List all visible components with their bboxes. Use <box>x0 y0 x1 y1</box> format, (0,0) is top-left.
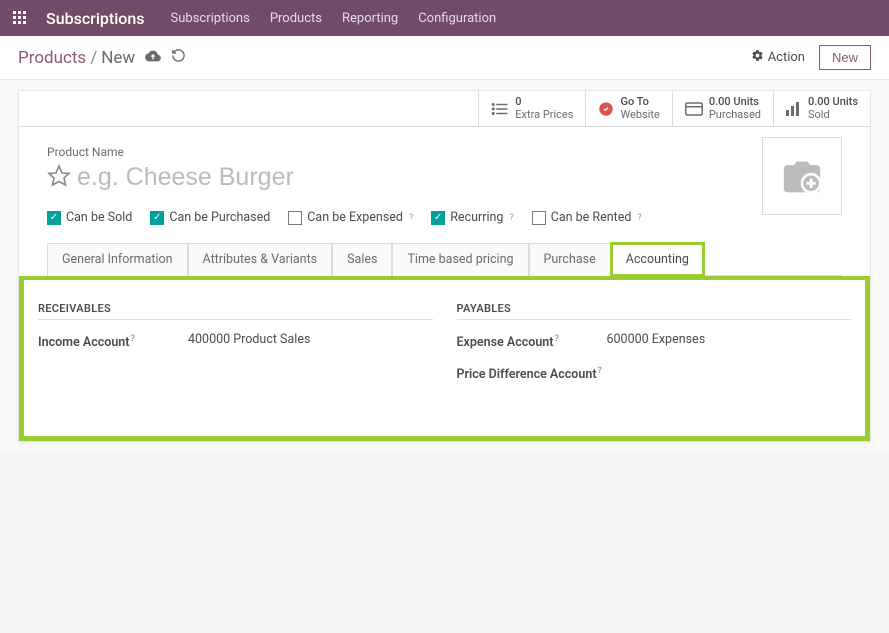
stat-sold-label: Sold <box>808 109 858 121</box>
checkbox-can-be-rented[interactable]: Can be Rented? <box>532 210 642 225</box>
bar-chart-icon <box>786 102 802 116</box>
checkbox-can-be-purchased[interactable]: Can be Purchased <box>150 210 270 225</box>
help-icon[interactable]: ? <box>509 213 513 223</box>
stat-purchased-count: 0.00 Units <box>709 96 761 108</box>
nav-links: Subscriptions Products Reporting Configu… <box>171 11 497 26</box>
expense-account-label: Expense Account? <box>457 332 607 350</box>
stat-spacer <box>19 91 479 126</box>
checkbox-can-be-purchased-label: Can be Purchased <box>169 210 270 225</box>
help-icon[interactable]: ? <box>409 213 413 223</box>
receivables-heading: RECEIVABLES <box>38 302 433 320</box>
cloud-upload-icon[interactable] <box>145 48 161 68</box>
new-button[interactable]: New <box>819 45 871 70</box>
page-area: 0Extra Prices Go ToWebsite 0.00 UnitsPur… <box>0 80 889 452</box>
list-icon <box>491 102 509 116</box>
stat-website-l2: Website <box>620 109 659 121</box>
checkbox-can-be-sold-label: Can be Sold <box>66 210 132 225</box>
payables-section: PAYABLES Expense Account? 600000 Expense… <box>457 302 852 396</box>
nav-link-products[interactable]: Products <box>270 11 322 26</box>
tab-purchase[interactable]: Purchase <box>529 243 611 276</box>
product-image-upload[interactable] <box>762 137 842 215</box>
credit-card-icon <box>685 102 703 116</box>
top-nav: Subscriptions Subscriptions Products Rep… <box>0 0 889 36</box>
favorite-star-icon[interactable] <box>47 164 71 192</box>
accounting-tab-content: RECEIVABLES Income Account? 400000 Produ… <box>19 276 870 441</box>
price-diff-account-label: Price Difference Account? <box>457 364 607 382</box>
breadcrumb-bar: Products/New Action New <box>0 36 889 80</box>
breadcrumb-root[interactable]: Products <box>18 48 86 68</box>
product-name-label: Product Name <box>47 145 842 159</box>
expense-account-value[interactable]: 600000 Expenses <box>607 332 706 347</box>
breadcrumb-current: New <box>101 48 135 68</box>
tab-attributes-variants[interactable]: Attributes & Variants <box>188 243 333 276</box>
help-icon[interactable]: ? <box>598 366 602 376</box>
discard-icon[interactable] <box>171 48 186 67</box>
checkbox-can-be-sold[interactable]: Can be Sold <box>47 210 132 225</box>
stat-website-l1: Go To <box>620 96 659 108</box>
help-icon[interactable]: ? <box>637 213 641 223</box>
receivables-section: RECEIVABLES Income Account? 400000 Produ… <box>38 302 433 396</box>
income-account-value[interactable]: 400000 Product Sales <box>188 332 310 347</box>
payables-heading: PAYABLES <box>457 302 852 320</box>
checkbox-can-be-rented-label: Can be Rented <box>551 210 632 225</box>
checkbox-can-be-expensed-label: Can be Expensed <box>307 210 403 225</box>
tab-time-based-pricing[interactable]: Time based pricing <box>392 243 528 276</box>
help-icon[interactable]: ? <box>130 334 134 344</box>
stat-sold-count: 0.00 Units <box>808 96 858 108</box>
breadcrumb: Products/New <box>18 48 135 68</box>
stat-purchased-label: Purchased <box>709 109 761 121</box>
income-account-label: Income Account? <box>38 332 188 350</box>
checkbox-recurring[interactable]: Recurring? <box>431 210 513 225</box>
tab-accounting[interactable]: Accounting <box>611 243 704 276</box>
card-body: Product Name Can be Sold Can be Purchase… <box>19 127 870 276</box>
nav-link-reporting[interactable]: Reporting <box>342 11 398 26</box>
checkbox-recurring-label: Recurring <box>450 210 503 225</box>
apps-icon[interactable] <box>12 10 28 26</box>
stat-extra-prices-label: Extra Prices <box>515 109 573 121</box>
product-name-input[interactable] <box>77 163 577 192</box>
stat-website[interactable]: Go ToWebsite <box>586 91 672 126</box>
stat-sold[interactable]: 0.00 UnitsSold <box>774 91 870 126</box>
nav-link-subscriptions[interactable]: Subscriptions <box>171 11 250 26</box>
help-icon[interactable]: ? <box>555 334 559 344</box>
checkbox-can-be-expensed[interactable]: Can be Expensed? <box>288 210 413 225</box>
form-card: 0Extra Prices Go ToWebsite 0.00 UnitsPur… <box>18 90 871 442</box>
action-label: Action <box>768 50 805 65</box>
stat-bar: 0Extra Prices Go ToWebsite 0.00 UnitsPur… <box>19 91 870 127</box>
nav-link-configuration[interactable]: Configuration <box>418 11 496 26</box>
tab-general-information[interactable]: General Information <box>47 243 188 276</box>
gear-icon <box>751 49 764 66</box>
stat-extra-prices[interactable]: 0Extra Prices <box>479 91 586 126</box>
tab-sales[interactable]: Sales <box>332 243 392 276</box>
option-checkbox-row: Can be Sold Can be Purchased Can be Expe… <box>47 210 842 225</box>
stat-extra-prices-count: 0 <box>515 96 573 108</box>
app-title: Subscriptions <box>46 9 145 28</box>
stat-purchased[interactable]: 0.00 UnitsPurchased <box>673 91 774 126</box>
tab-bar: General Information Attributes & Variant… <box>47 243 842 276</box>
globe-icon <box>598 101 614 117</box>
action-dropdown[interactable]: Action <box>751 49 805 66</box>
